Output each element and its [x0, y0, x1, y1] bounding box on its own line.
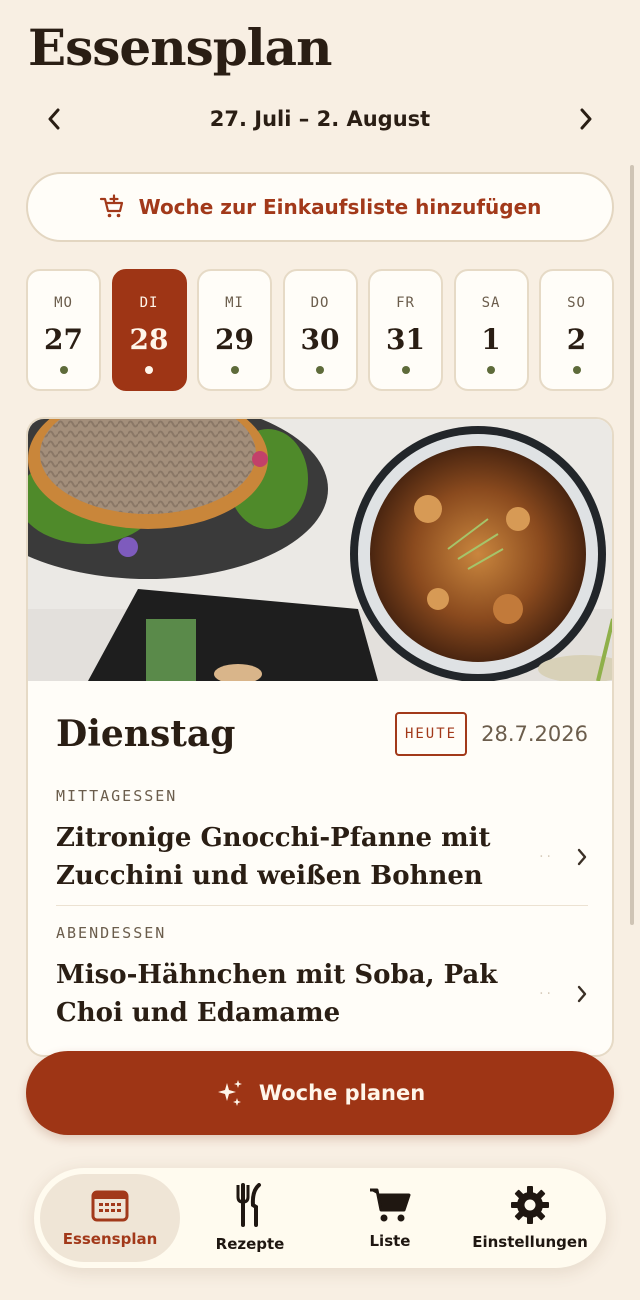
tab-label: Rezepte [215, 1235, 285, 1253]
bottom-tab-bar: Essensplan Rezepte Liste Einstellungen [34, 1168, 606, 1268]
chevron-left-icon [48, 108, 60, 130]
gear-icon [511, 1186, 549, 1224]
day-number: 31 [386, 323, 425, 356]
meal-photo [28, 419, 612, 681]
tab-label: Einstellungen [472, 1233, 588, 1251]
lunch-meal-title: Zitronige Gnocchi-Pfanne mit Zucchini un… [56, 823, 491, 891]
tab-liste[interactable]: Liste [320, 1174, 460, 1262]
previous-week-button[interactable] [26, 98, 82, 140]
day-indicator-dot [230, 366, 239, 374]
week-range: 27. Juli – 2. August [209, 107, 431, 131]
sparkles-icon [217, 1080, 242, 1106]
day-selector: MO 27 DI 28 MI 29 DO 30 FR 31 SA 1 SO 2 [26, 269, 614, 391]
next-week-button[interactable] [558, 98, 614, 140]
lunch-meal-row[interactable]: Zitronige Gnocchi-Pfanne mit Zucchini un… [56, 819, 588, 895]
add-week-to-shopping-list-label: Woche zur Einkaufsliste hinzufügen [138, 195, 542, 219]
chevron-right-icon [577, 985, 587, 1003]
tab-label: Liste [369, 1232, 411, 1250]
plan-week-label: Woche planen [258, 1081, 426, 1105]
meal-divider [56, 905, 588, 906]
day-indicator-dot [145, 366, 153, 374]
day-indicator-dot [316, 366, 324, 374]
day-number: 28 [129, 323, 169, 356]
day-number: 30 [300, 323, 340, 356]
day-name: MI [225, 295, 244, 311]
tab-label: Essensplan [62, 1230, 158, 1248]
day-thursday[interactable]: DO 30 [282, 269, 358, 391]
page-title: Essensplan [28, 18, 332, 77]
day-indicator-dot [572, 366, 581, 374]
tab-rezepte[interactable]: Rezepte [180, 1174, 320, 1262]
card-header: Dienstag HEUTE 28.7.2026 [56, 709, 588, 759]
day-name: FR [396, 295, 415, 311]
day-name: SO [567, 295, 586, 311]
chevron-right-icon [577, 848, 587, 866]
card-date: 28.7.2026 [481, 722, 588, 746]
day-sunday[interactable]: SO 2 [539, 269, 614, 391]
day-number: 2 [566, 323, 587, 356]
day-number: 27 [44, 323, 83, 356]
week-navigation: 27. Juli – 2. August [26, 98, 614, 140]
dinner-meal-row[interactable]: Miso-Hähnchen mit Soba, Pak Choi und Eda… [56, 956, 588, 1032]
chevron-right-icon [580, 108, 592, 130]
calendar-icon [91, 1190, 129, 1222]
tab-essensplan[interactable]: Essensplan [40, 1174, 180, 1262]
day-number: 29 [215, 323, 254, 356]
day-monday[interactable]: MO 27 [26, 269, 101, 391]
day-meal-card: Dienstag HEUTE 28.7.2026 MITTAGESSEN Zit… [26, 417, 614, 1057]
day-friday[interactable]: FR 31 [368, 269, 443, 391]
day-name: MO [54, 295, 73, 311]
day-tuesday[interactable]: DI 28 [111, 269, 187, 391]
lunch-label: MITTAGESSEN [56, 787, 178, 805]
dinner-label: ABENDESSEN [56, 924, 167, 942]
drag-handle-icon: ·· [539, 849, 554, 865]
day-name: DI [139, 295, 159, 311]
dinner-meal-title: Miso-Hähnchen mit Soba, Pak Choi und Eda… [56, 960, 498, 1028]
today-badge: HEUTE [394, 712, 468, 756]
day-number: 1 [481, 323, 501, 356]
lunch-section: MITTAGESSEN Zitronige Gnocchi-Pfanne mit… [56, 787, 588, 895]
fork-knife-icon [236, 1183, 261, 1227]
day-indicator-dot [401, 366, 410, 374]
tab-einstellungen[interactable]: Einstellungen [460, 1174, 600, 1262]
day-saturday[interactable]: SA 1 [453, 269, 529, 391]
cart-icon [370, 1188, 411, 1222]
day-indicator-dot [59, 366, 68, 374]
scrollbar[interactable] [630, 165, 634, 925]
add-week-to-shopping-list-button[interactable]: Woche zur Einkaufsliste hinzufügen [26, 172, 614, 242]
dinner-section: ABENDESSEN Miso-Hähnchen mit Soba, Pak C… [56, 924, 588, 1032]
drag-handle-icon: ·· [539, 986, 554, 1002]
day-name: DO [310, 295, 330, 311]
card-day-title: Dienstag [56, 713, 236, 755]
plan-week-button[interactable]: Woche planen [26, 1051, 614, 1135]
day-indicator-dot [487, 366, 495, 374]
day-wednesday[interactable]: MI 29 [197, 269, 272, 391]
cart-plus-icon [99, 194, 123, 218]
day-name: SA [481, 295, 501, 311]
